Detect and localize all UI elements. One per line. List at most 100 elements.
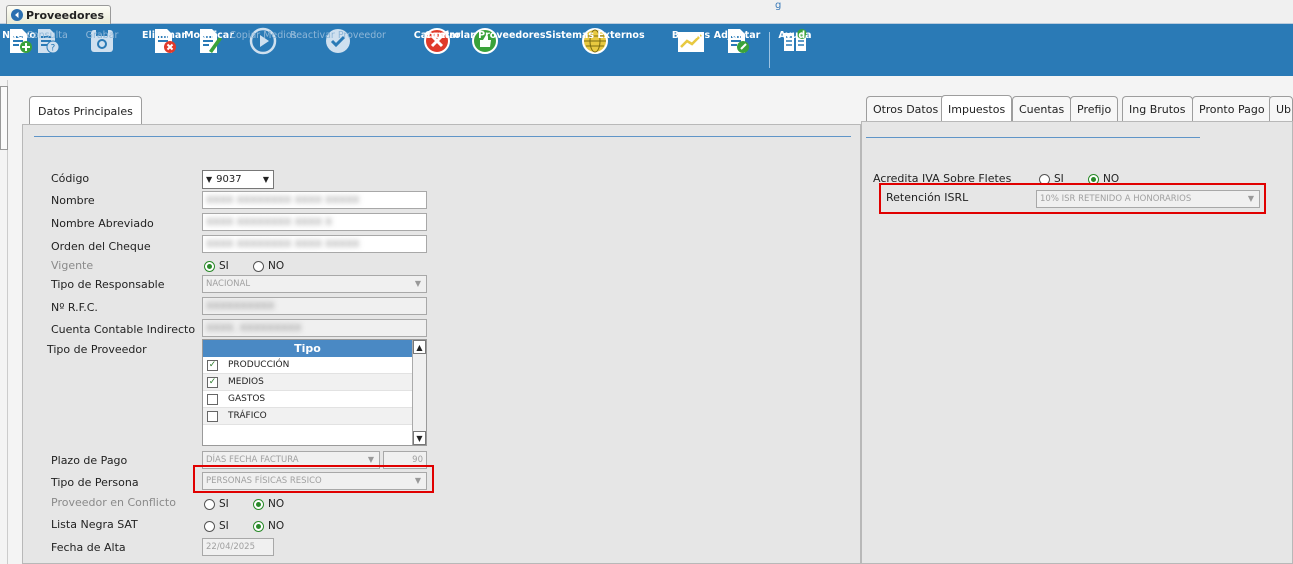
chevron-down-icon: ▼ xyxy=(262,175,269,184)
orden-cheque-value: XXXX XXXXXXXX XXXX XXXXX xyxy=(206,238,360,250)
cuenta-contable-field[interactable]: XXXX. XXXXXXXXX xyxy=(202,319,427,337)
nombre-field[interactable]: XXXX XXXXXXXX XXXX XXXXX xyxy=(202,191,427,209)
grid-row[interactable]: GASTOS xyxy=(203,391,412,408)
tipo-responsable-value: NACIONAL xyxy=(206,279,251,289)
lista-negra-no-radio[interactable]: NO xyxy=(253,520,284,532)
window-title: Proveedores xyxy=(26,8,104,22)
delete-button[interactable]: Eliminar xyxy=(142,26,186,74)
checkbox-icon[interactable]: ✓ xyxy=(207,376,218,388)
section-divider xyxy=(866,137,1200,138)
rfc-label: Nº R.F.C. xyxy=(51,301,98,314)
datos-principales-panel: Código ▼ 9037 ▼ Nombre XXXX XXXXXXXX XXX… xyxy=(22,124,861,564)
tab-otros-datos[interactable]: Otros Datos xyxy=(866,96,946,122)
cuenta-contable-value: XXXX. XXXXXXXXX xyxy=(206,322,302,334)
fecha-alta-label: Fecha de Alta xyxy=(51,541,126,554)
tab-cuentas[interactable]: Cuentas xyxy=(1012,96,1072,122)
tab-label: Otros Datos xyxy=(873,103,939,116)
chevron-down-icon: ▼ xyxy=(414,279,421,288)
grid-row-label: PRODUCCIÓN xyxy=(228,360,290,370)
tab-datos-principales-label: Datos Principales xyxy=(38,104,133,118)
highlight-tipo-persona xyxy=(193,465,434,493)
tab-label: Impuestos xyxy=(948,102,1006,116)
tipo-proveedor-label: Tipo de Proveedor xyxy=(47,343,147,356)
back-arrow-icon xyxy=(11,9,23,21)
control-providers-button[interactable]: Controlar Proveedores xyxy=(424,26,546,74)
copy-media-button[interactable]: Copiar Medios xyxy=(229,26,297,74)
radio-no-label: NO xyxy=(268,498,285,510)
vigente-si-radio[interactable]: SI xyxy=(204,260,229,272)
tab-prefijo[interactable]: Prefijo xyxy=(1070,96,1119,122)
checkbox-icon[interactable] xyxy=(207,410,218,422)
query-label: Consulta xyxy=(26,30,68,41)
attach-label: Adjuntar xyxy=(713,30,761,41)
reactivate-label: Reactivar Proveedor xyxy=(290,30,386,41)
grid-header-label: Tipo xyxy=(294,342,321,355)
save-button[interactable]: Grabar xyxy=(86,26,118,74)
nombre-value: XXXX XXXXXXXX XXXX XXXXX xyxy=(206,194,360,206)
svg-text:?: ? xyxy=(51,44,56,54)
attach-button[interactable]: Adjuntar xyxy=(714,26,760,74)
radio-no-label: NO xyxy=(268,260,285,272)
side-panel-handle[interactable] xyxy=(0,86,8,150)
grid-row[interactable]: ✓ PRODUCCIÓN xyxy=(203,357,412,374)
tab-ub[interactable]: Ub xyxy=(1269,96,1293,122)
help-button[interactable]: ! Ayuda xyxy=(778,26,812,74)
nombre-label: Nombre xyxy=(51,194,95,207)
vigente-label: Vigente xyxy=(51,259,94,272)
lista-negra-si-radio[interactable]: SI xyxy=(204,520,229,532)
tab-label: Ub xyxy=(1276,103,1292,116)
radio-selected-icon xyxy=(253,520,264,532)
modify-button[interactable]: Modificar xyxy=(184,26,234,74)
grid-row-label: TRÁFICO xyxy=(228,411,267,421)
external-systems-button[interactable]: Sistemas Externos xyxy=(545,26,645,74)
banks-button[interactable]: Bancos xyxy=(672,26,710,74)
window-tab[interactable]: Proveedores xyxy=(6,5,111,24)
checkbox-icon[interactable]: ✓ xyxy=(207,359,218,371)
scroll-down-icon[interactable]: ▼ xyxy=(413,431,426,445)
proveedor-conflicto-label: Proveedor en Conflicto xyxy=(51,496,176,509)
checkbox-icon[interactable] xyxy=(207,393,218,405)
radio-selected-icon xyxy=(253,498,264,510)
tab-label: Prefijo xyxy=(1077,103,1112,116)
radio-unselected-icon xyxy=(204,498,215,510)
nombre-abreviado-field[interactable]: XXXX XXXXXXXX XXXX X xyxy=(202,213,427,231)
side-collapsed-panel xyxy=(0,80,8,564)
rfc-value: XXXXXXXXXX xyxy=(206,300,275,312)
nombre-abreviado-value: XXXX XXXXXXXX XXXX X xyxy=(206,216,332,228)
grid-row[interactable]: ✓ MEDIOS xyxy=(203,374,412,391)
radio-selected-icon xyxy=(204,260,215,272)
radio-si-label: SI xyxy=(219,498,229,510)
codigo-label: Código xyxy=(51,172,90,185)
conflicto-si-radio[interactable]: SI xyxy=(204,498,229,510)
section-divider xyxy=(34,136,851,137)
tipo-persona-label: Tipo de Persona xyxy=(51,476,139,489)
highlight-retencion-isrl xyxy=(879,183,1266,214)
reactivate-button[interactable]: Reactivar Proveedor xyxy=(290,26,386,74)
partial-glyph: g xyxy=(775,0,782,11)
tab-datos-principales[interactable]: Datos Principales xyxy=(29,96,142,125)
tab-impuestos[interactable]: Impuestos xyxy=(941,95,1013,122)
conflicto-no-radio[interactable]: NO xyxy=(253,498,284,510)
plazo-pago-value: DÍAS FECHA FACTURA xyxy=(206,455,299,465)
fecha-alta-field[interactable]: 22/04/2025 xyxy=(202,538,274,556)
fecha-alta-value: 22/04/2025 xyxy=(206,542,255,552)
query-button[interactable]: ? Consulta xyxy=(26,26,68,74)
impuestos-panel: Acredita IVA Sobre Fletes SI NO Retenció… xyxy=(861,121,1293,564)
tab-label: Cuentas xyxy=(1019,103,1065,116)
tipo-responsable-select[interactable]: NACIONAL ▼ xyxy=(202,275,427,293)
vigente-no-radio[interactable]: NO xyxy=(253,260,284,272)
delete-label: Eliminar xyxy=(141,30,187,41)
grid-header: Tipo xyxy=(203,340,412,357)
grid-scrollbar[interactable]: ▲ ▼ xyxy=(412,340,426,445)
banks-label: Bancos xyxy=(671,30,711,41)
tab-label: Ing Brutos xyxy=(1129,103,1186,116)
tab-pronto-pago[interactable]: Pronto Pago xyxy=(1192,96,1272,122)
tab-ing-brutos[interactable]: Ing Brutos xyxy=(1122,96,1193,122)
scroll-up-icon[interactable]: ▲ xyxy=(413,340,426,354)
copy-media-label: Copiar Medios xyxy=(229,30,297,41)
codigo-combo[interactable]: ▼ 9037 ▼ xyxy=(202,170,274,189)
grid-row[interactable]: TRÁFICO xyxy=(203,408,412,425)
radio-si-label: SI xyxy=(219,520,229,532)
orden-cheque-field[interactable]: XXXX XXXXXXXX XXXX XXXXX xyxy=(202,235,427,253)
rfc-field[interactable]: XXXXXXXXXX xyxy=(202,297,427,315)
